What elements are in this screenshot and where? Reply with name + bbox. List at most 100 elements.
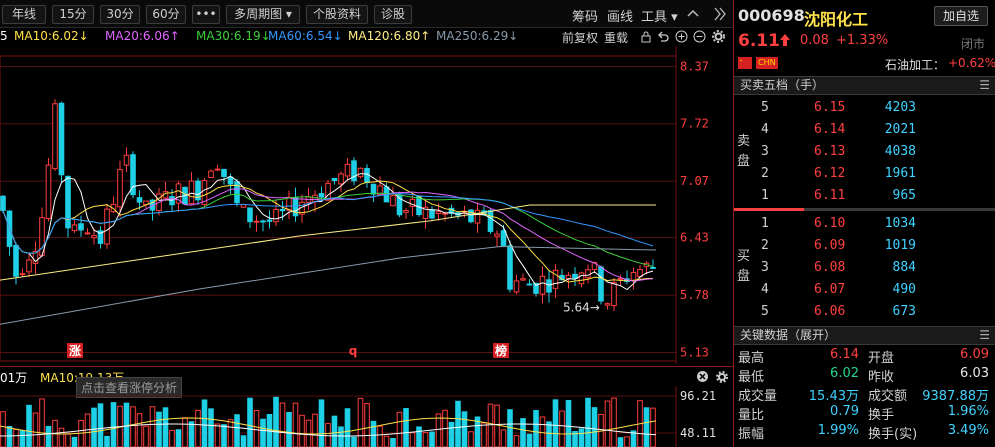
candle-body[interactable] [117,169,123,208]
candle-body[interactable] [78,223,84,231]
candle-body[interactable] [598,266,604,302]
candle-body[interactable] [435,211,442,215]
sell-order-row[interactable]: 3 6.13 4038 [734,141,995,163]
candle-body[interactable] [474,209,481,224]
candle-body[interactable] [273,208,279,223]
kline-chart[interactable]: 8.37 7.72 7.07 6.43 5.78 5.13 5.64→ 涨 q 榜 [0,46,733,364]
candle-body[interactable] [338,173,344,185]
candle-body[interactable] [221,168,227,178]
candle-body[interactable] [26,259,32,273]
draw-line-button[interactable]: 画线 [607,6,633,25]
buy-order-row[interactable]: 4 6.07 490 [734,279,995,301]
buy-order-row[interactable]: 3 6.08 884 [734,257,995,279]
candle-body[interactable] [45,164,52,220]
candle-body[interactable] [611,282,617,307]
candle-body[interactable] [429,209,435,219]
candle-body[interactable] [585,269,591,279]
buy-order-row[interactable]: 1 6.10 1034 [734,213,995,235]
candle-body[interactable] [227,176,234,185]
candle-body[interactable] [279,208,286,212]
sell-order-row[interactable]: 4 6.14 2021 [734,119,995,141]
candle-body[interactable] [507,245,513,290]
candle-body[interactable] [247,207,253,223]
collapse-right-icon[interactable] [714,7,726,21]
period-30min-button[interactable]: 30分 [100,5,140,24]
candle-body[interactable] [325,182,331,201]
buy-order-row[interactable]: 5 6.06 673 [734,301,995,323]
candle-body[interactable] [487,210,494,232]
event-marker[interactable]: 涨 [69,343,81,358]
tools-dropdown[interactable]: 工具 ▾ [641,6,678,25]
reload-button[interactable]: 重载 [604,29,628,46]
period-60min-button[interactable]: 60分 [146,5,186,24]
candle-body[interactable] [292,197,299,217]
candle-body[interactable] [260,220,266,223]
candle-body[interactable] [604,303,611,306]
multi-period-dropdown[interactable]: 多周期图 ▾ [226,5,300,24]
candle-body[interactable] [318,193,325,198]
undo-icon[interactable] [657,31,669,43]
candle-body[interactable] [390,195,396,207]
hamburger-menu-icon[interactable]: ☰ [979,327,990,344]
candle-body[interactable] [84,232,91,235]
zoom-out-icon[interactable] [693,30,706,43]
candle-body[interactable] [520,278,526,281]
candle-body[interactable] [565,274,572,279]
volume-chart[interactable]: 96.21 48.11 [0,386,733,447]
period-year-button[interactable]: 年线 [2,5,46,24]
candle-body[interactable] [578,272,585,285]
candle-body[interactable] [286,196,292,211]
gear-icon[interactable] [712,30,725,43]
chips-button[interactable]: 筹码 [572,6,598,25]
more-periods-button[interactable]: ••• [192,5,220,24]
candle-body[interactable] [19,273,26,276]
candle-body[interactable] [403,210,409,213]
candle-body[interactable] [214,168,221,171]
stock-profile-button[interactable]: 个股资料 [306,5,368,24]
candle-body[interactable] [13,244,19,277]
candle-body[interactable] [71,224,78,232]
candle-body[interactable] [630,271,637,281]
candle-body[interactable] [331,177,338,182]
event-marker[interactable]: q [349,344,358,358]
candle-body[interactable] [539,275,546,295]
zoom-in-icon[interactable] [675,30,688,43]
candle-body[interactable] [357,167,364,178]
candle-body[interactable] [91,235,97,239]
candle-body[interactable] [312,194,318,203]
candle-body[interactable] [188,180,195,205]
candle-body[interactable] [58,102,65,176]
candle-body[interactable] [370,183,377,195]
candle-body[interactable] [266,219,273,222]
period-15min-button[interactable]: 15分 [52,5,94,24]
chevron-up-icon[interactable] [687,8,699,20]
hamburger-menu-icon[interactable]: ☰ [979,77,990,94]
sell-order-row[interactable]: 1 6.11 965 [734,185,995,207]
candle-body[interactable] [208,170,214,178]
candle-body[interactable] [253,220,260,223]
lock-icon[interactable] [640,31,652,43]
candle-body[interactable] [513,280,520,293]
sector-name[interactable]: 石油加工： [885,56,945,73]
close-icon[interactable] [697,371,708,382]
buy-order-row[interactable]: 2 6.09 1019 [734,235,995,257]
candle-body[interactable] [546,279,552,293]
keydata-title[interactable]: 关键数据（展开） [740,328,836,342]
candle-body[interactable] [500,230,507,246]
sell-order-row[interactable]: 5 6.15 4203 [734,97,995,119]
sell-order-row[interactable]: 2 6.12 1961 [734,163,995,185]
candle-body[interactable] [52,103,58,170]
candle-body[interactable] [526,283,533,286]
candle-body[interactable] [344,163,351,177]
candle-body[interactable] [650,266,656,269]
event-marker[interactable]: 榜 [495,343,507,358]
volume-settings-icon[interactable] [716,371,728,383]
add-watchlist-button[interactable]: 加自选 [934,6,988,26]
candle-body[interactable] [123,154,130,166]
candle-body[interactable] [104,208,110,245]
candle-body[interactable] [136,197,143,203]
candle-body[interactable] [494,233,500,237]
fq-button[interactable]: 前复权 [562,29,598,46]
diagnose-button[interactable]: 诊股 [374,5,412,24]
candle-body[interactable] [0,195,6,211]
